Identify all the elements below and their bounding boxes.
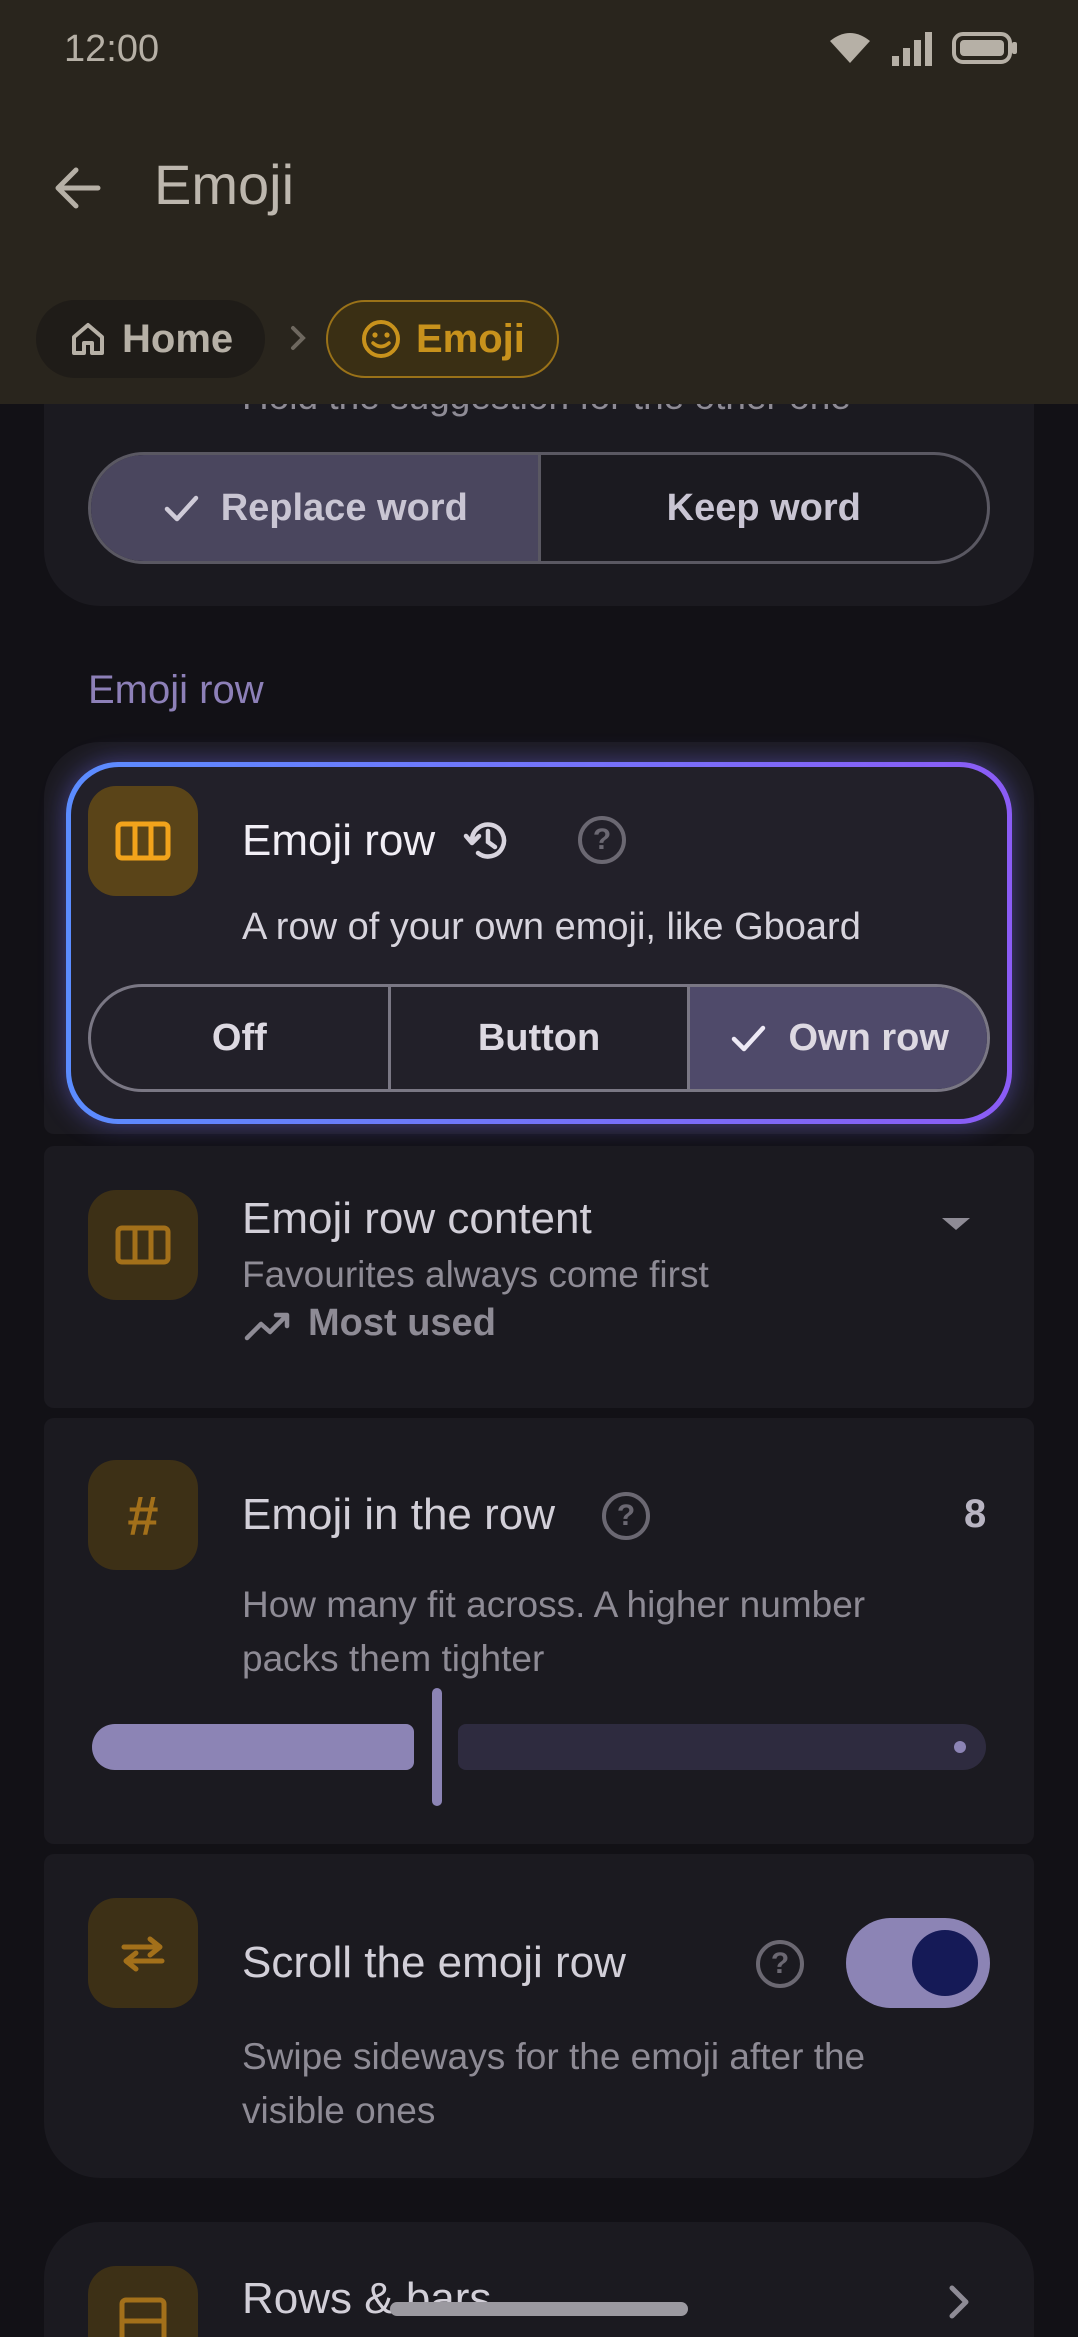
page-title: Emoji	[154, 153, 295, 216]
rows-bars-icon-tile	[88, 2266, 198, 2337]
slider-inactive-track	[458, 1724, 986, 1770]
emoji-row-own-row-option[interactable]: Own row	[690, 987, 987, 1089]
emoji-row-content-description: Favourites always come first	[242, 1254, 709, 1295]
scroll-row-help-icon[interactable]: ?	[756, 1940, 804, 1988]
arrow-left-icon	[55, 167, 101, 209]
scroll-row-icon-tile	[88, 1898, 198, 2008]
emoji-count-icon-tile: #	[88, 1460, 198, 1570]
checkmark-icon	[732, 1025, 766, 1052]
scroll-row-toggle[interactable]	[846, 1918, 990, 2008]
off-label: Off	[211, 1016, 267, 1059]
emoji-count-help-icon[interactable]: ?	[602, 1492, 650, 1540]
emoji-count-description-line2: packs them tighter	[242, 1638, 545, 1679]
smiley-icon	[362, 320, 400, 358]
emoji-row-description: A row of your own emoji, like Gboard	[242, 906, 861, 948]
keep-word-label: Keep word	[666, 486, 861, 529]
hash-icon: #	[127, 1483, 159, 1547]
breadcrumb-current-label: Emoji	[416, 316, 525, 361]
rows-icon	[119, 2297, 167, 2337]
emoji-count-slider[interactable]	[92, 1688, 986, 1806]
scroll-row-title: Scroll the emoji row	[242, 1938, 626, 1987]
breadcrumb-home-label: Home	[122, 316, 234, 361]
swap-arrows-icon	[121, 1936, 165, 1972]
slider-active-track	[92, 1724, 414, 1770]
own-row-label: Own row	[788, 1016, 949, 1059]
emoji-row-icon-tile	[88, 786, 198, 896]
wifi-icon	[830, 33, 870, 63]
slider-end-dot	[954, 1741, 966, 1753]
chevron-right-icon	[291, 326, 306, 350]
columns-icon	[115, 821, 171, 861]
emoji-row-off-option[interactable]: Off	[91, 987, 391, 1089]
rows-bars-title: Rows & bars	[242, 2274, 492, 2323]
emoji-row-help-icon[interactable]: ?	[578, 816, 626, 864]
replace-word-option[interactable]: Replace word	[91, 455, 541, 561]
emoji-row-content-icon-tile	[88, 1190, 198, 1300]
status-icons	[828, 30, 1018, 66]
emoji-count-title: Emoji in the row	[242, 1490, 556, 1539]
status-time: 12:00	[64, 28, 160, 70]
scroll-row-card	[44, 1854, 1034, 2178]
scroll-row-description-line1: Swipe sideways for the emoji after the	[242, 2036, 866, 2077]
emoji-row-content-title: Emoji row content	[242, 1194, 592, 1243]
chevron-right-icon[interactable]	[944, 2280, 974, 2324]
emoji-row-content-value: Most used	[308, 1302, 496, 1344]
gesture-bar[interactable]	[390, 2302, 688, 2316]
app-header: 12:00 Emoji Home Emoji	[0, 0, 1078, 404]
emoji-count-description-line1: How many fit across. A higher number	[242, 1584, 866, 1625]
dropdown-arrow-icon[interactable]	[938, 1214, 974, 1234]
battery-icon	[952, 32, 1017, 64]
emoji-row-mode-toggle-group: Off Button Own row	[88, 984, 990, 1092]
columns-icon	[115, 1225, 171, 1265]
trending-up-icon	[244, 1312, 290, 1341]
home-icon	[72, 323, 104, 355]
emoji-row-title: Emoji row	[242, 816, 436, 865]
back-button[interactable]	[40, 150, 116, 226]
breadcrumb-current[interactable]: Emoji	[326, 300, 559, 378]
replace-word-label: Replace word	[220, 486, 468, 529]
signal-icon	[892, 32, 932, 66]
history-icon[interactable]	[462, 816, 512, 866]
scroll-row-description-line2: visible ones	[242, 2090, 436, 2131]
checkmark-icon	[164, 495, 198, 522]
replace-word-toggle-group: Replace word Keep word	[88, 452, 990, 564]
emoji-count-value: 8	[964, 1492, 987, 1536]
section-title: Emoji row	[88, 668, 264, 712]
breadcrumb-home[interactable]: Home	[36, 300, 266, 378]
toggle-knob	[912, 1930, 978, 1996]
emoji-row-button-option[interactable]: Button	[391, 987, 691, 1089]
slider-thumb[interactable]	[432, 1688, 442, 1806]
keep-word-option[interactable]: Keep word	[541, 455, 988, 561]
button-label: Button	[477, 1016, 601, 1059]
